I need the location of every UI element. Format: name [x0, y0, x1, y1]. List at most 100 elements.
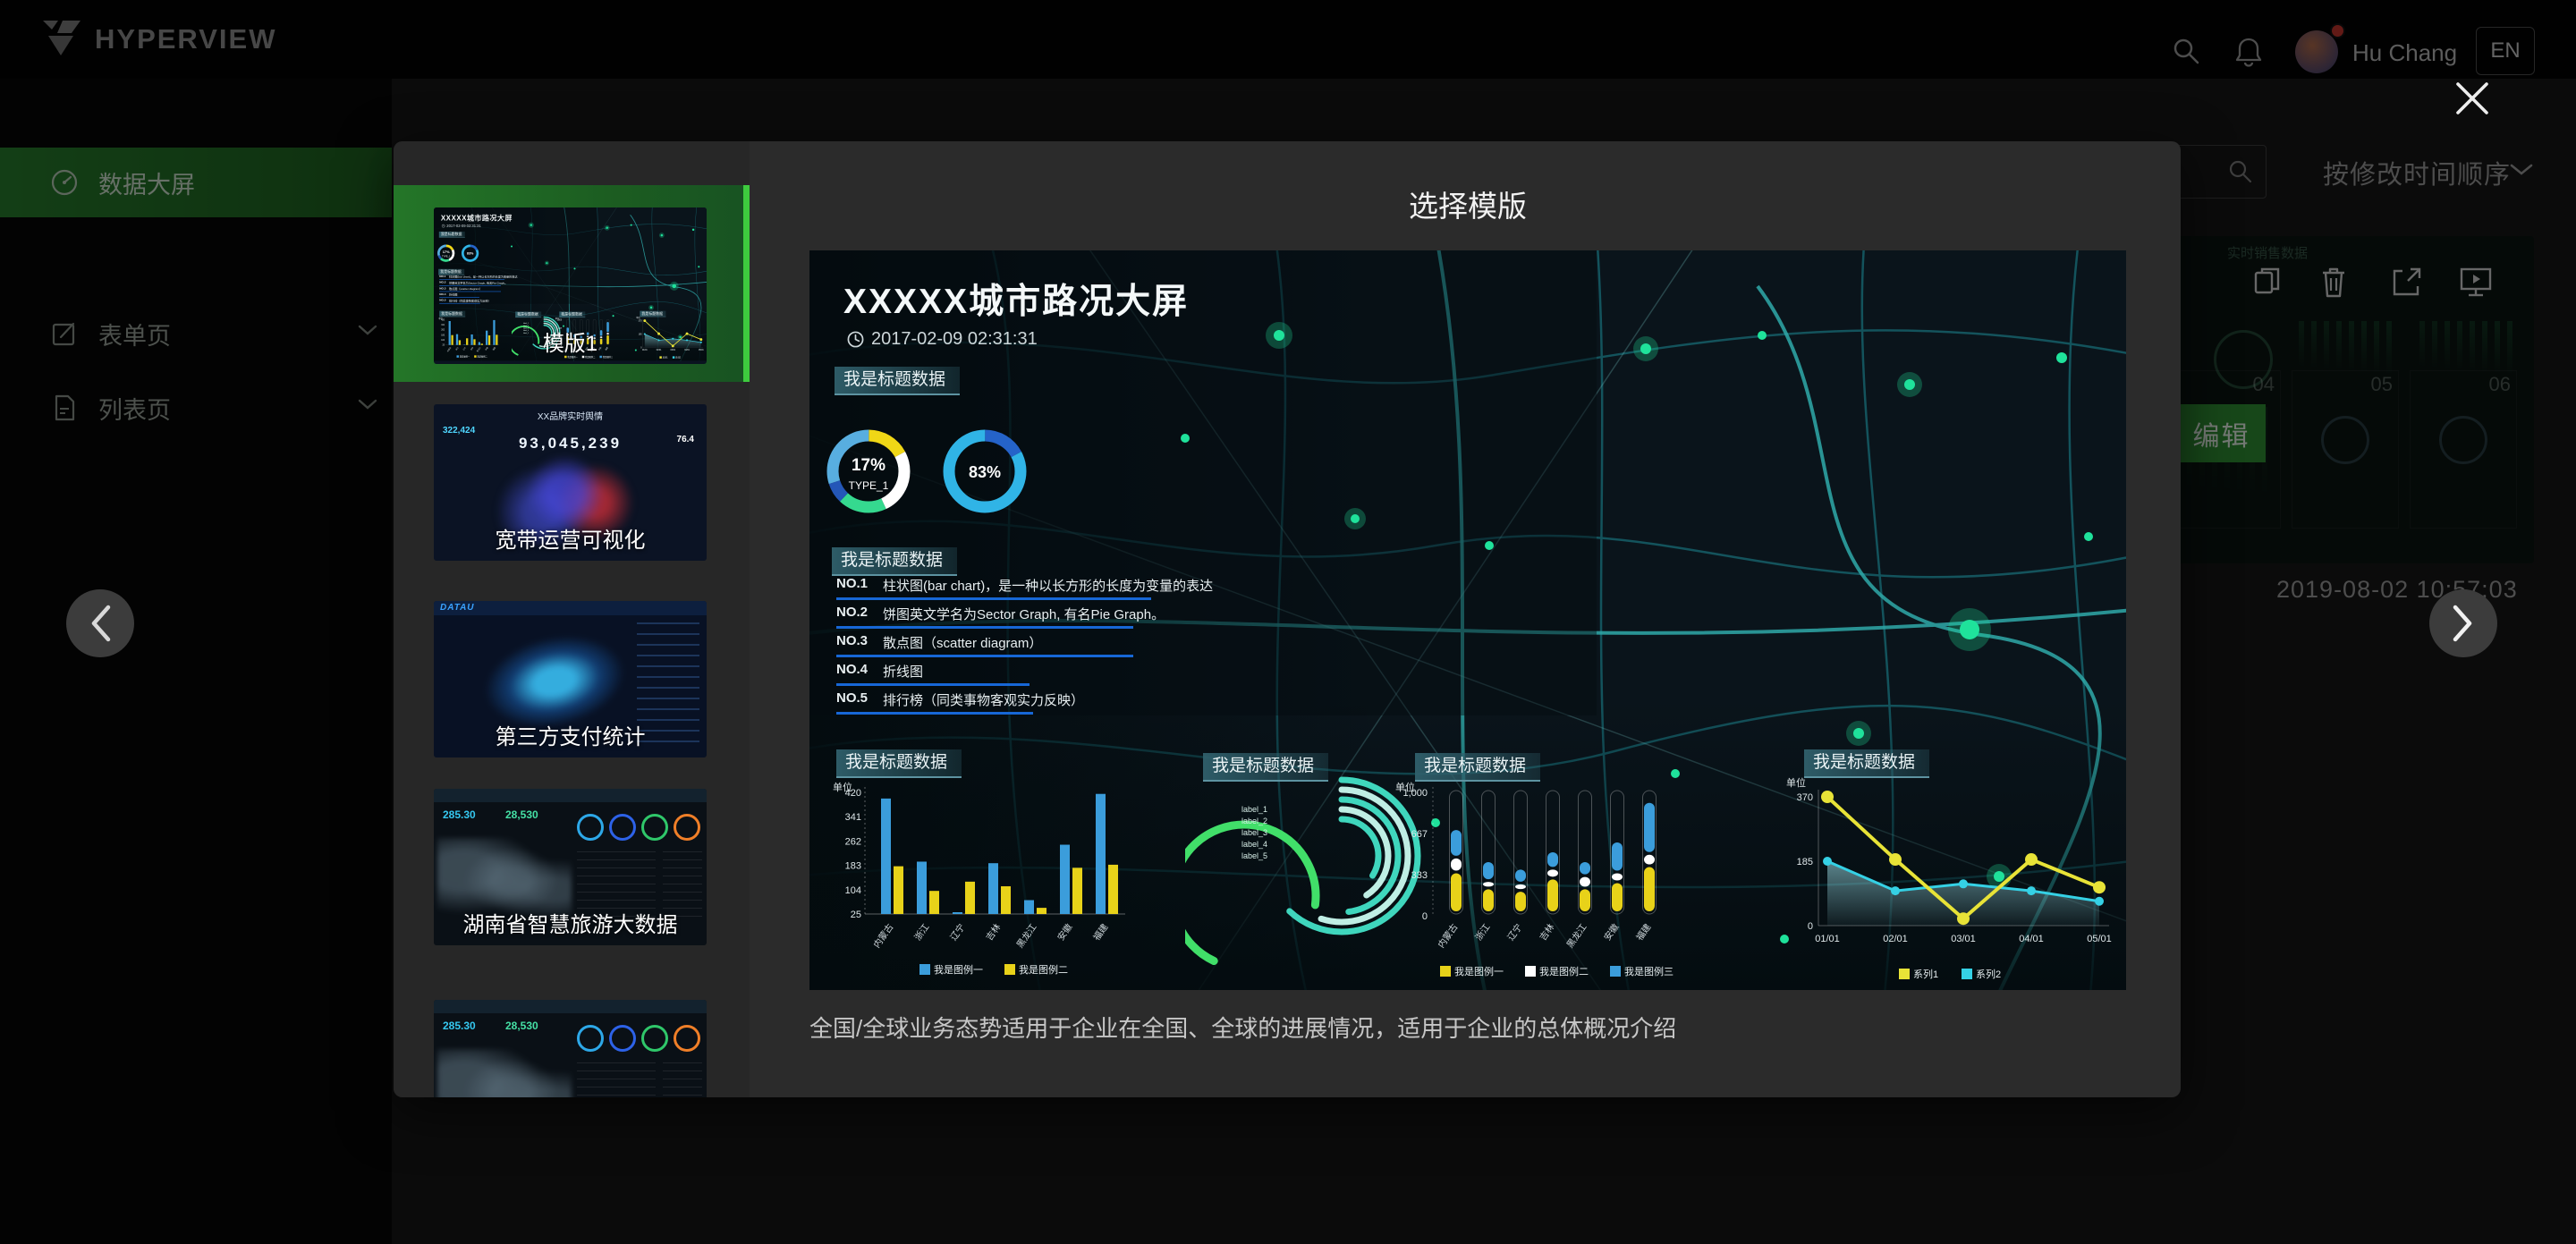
template-picker-modal: 选择模版: [394, 141, 2181, 1097]
template-thumbnail-5[interactable]: 285.30 28,530: [434, 1000, 707, 1097]
thumb-stat: 76.4: [677, 435, 694, 444]
svg-text:安徽: 安徽: [1601, 921, 1621, 943]
stacked-capsule-chart: 单位1,0006673330内蒙古浙江辽宁吉林黑龙江安徽福建我是图例一我是图例二…: [1386, 780, 1695, 986]
ring-chart: [577, 814, 604, 841]
svg-text:0: 0: [1808, 921, 1813, 932]
thumb-heading: XX品牌实时舆情: [434, 409, 707, 422]
carousel-next-button[interactable]: [2429, 589, 2497, 657]
svg-text:辽宁: 辽宁: [1504, 921, 1524, 943]
template-thumbnail-1[interactable]: XXXXX城市路况大屏 2017-02-09 02:31:31 我是标题数据 我…: [434, 207, 707, 364]
rank-text: 排行榜（同类事物客观实力反映）: [449, 299, 491, 302]
template-label: 第三方支付统计: [434, 719, 707, 750]
template-thumbnail-3[interactable]: DATAU 第三方支付统计: [434, 601, 707, 757]
grouped-bar-chart: 单位42034126218310425内蒙古浙江辽宁吉林黑龙江安徽福建我是图例一…: [826, 780, 1134, 986]
svg-text:内蒙古: 内蒙古: [1436, 921, 1461, 950]
donut-value: 17%: [436, 250, 455, 255]
section-header: 我是标题数据: [439, 232, 465, 238]
svg-text:黑龙江: 黑龙江: [1564, 921, 1589, 950]
template-preview-image: XXXXX城市路况大屏 2017-02-09 02:31:31 我是标题数据 我…: [809, 250, 2126, 990]
svg-text:label_4: label_4: [1241, 840, 1267, 849]
svg-text:label_1: label_1: [1241, 805, 1267, 814]
preview-dashboard-title: XXXXX城市路况大屏: [843, 274, 1189, 324]
svg-text:系列1: 系列1: [1913, 968, 1938, 980]
rank-no: NO.2: [836, 605, 868, 620]
rank-underline: [836, 712, 1033, 715]
svg-text:1,000: 1,000: [557, 319, 563, 321]
svg-text:341: 341: [845, 812, 861, 823]
clock-icon: [442, 224, 445, 228]
svg-text:03/01: 03/01: [1951, 934, 1976, 944]
rank-text: 散点图（scatter diagram）: [449, 287, 482, 291]
chevron-left-icon: [87, 604, 114, 643]
ring-chart: [641, 814, 668, 841]
chevron-right-icon: [2450, 604, 2477, 643]
template-thumbnail-4[interactable]: 285.30 28,530 湖南省智慧旅游大数据: [434, 789, 707, 945]
donut-label: TYPE_1: [436, 255, 455, 258]
svg-text:420: 420: [845, 788, 861, 799]
rank-no: NO.5: [836, 690, 868, 706]
clock-icon: [847, 331, 864, 348]
svg-text:单位: 单位: [1786, 776, 1806, 789]
rank-underline: [836, 683, 1030, 686]
line-chart: 单位370185001/0102/0103/0104/0105/01系列1系列2: [1774, 772, 2118, 988]
svg-text:黑龙江: 黑龙江: [1014, 921, 1039, 950]
svg-text:01/01: 01/01: [1815, 934, 1840, 944]
svg-text:我是图例三: 我是图例三: [1624, 965, 1674, 977]
svg-text:label_2: label_2: [1241, 817, 1267, 825]
svg-text:370: 370: [639, 320, 643, 322]
preview-timestamp-row: 2017-02-09 02:31:31: [847, 329, 1038, 350]
section-header: 我是标题数据: [832, 547, 957, 576]
template-label: 湖南省智慧旅游大数据: [434, 907, 707, 938]
preview-timestamp-row: 2017-02-09 02:31:31: [442, 224, 481, 228]
rank-text: 折线图: [449, 292, 457, 296]
svg-text:单位: 单位: [636, 316, 640, 319]
ring-chart: [674, 1025, 700, 1052]
thumb-brand: DATAU: [440, 603, 475, 613]
rank-text: 饼图英文学名为Sector Graph, 有名Pie Graph。: [449, 281, 507, 284]
svg-text:我是图例一: 我是图例一: [934, 963, 983, 976]
ring-chart: [609, 1025, 636, 1052]
app-root: HYPERVIEW Hu Chang EN 数据大屏: [0, 0, 2576, 1244]
svg-text:667: 667: [1411, 829, 1428, 840]
rank-underline: [439, 297, 479, 298]
svg-text:05/01: 05/01: [2087, 934, 2112, 944]
rank-no: NO.5: [439, 299, 445, 302]
svg-text:104: 104: [845, 885, 861, 896]
svg-text:333: 333: [1411, 870, 1428, 881]
svg-text:420: 420: [441, 319, 445, 321]
rank-no: NO.2: [439, 281, 445, 284]
svg-text:吉林: 吉林: [983, 921, 1003, 943]
table-graphic: [663, 1062, 702, 1097]
section-header: 我是标题数据: [439, 311, 465, 317]
thumb-header-bar: [434, 1000, 707, 1013]
rank-text: 柱状图(bar chart)，是一种以长方形的长度为变量的表达: [883, 576, 1213, 595]
rank-text: 散点图（scatter diagram）: [883, 633, 1042, 652]
rank-text: 饼图英文学名为Sector Graph, 有名Pie Graph。: [883, 605, 1165, 623]
svg-text:吉林: 吉林: [1537, 921, 1556, 943]
svg-text:183: 183: [845, 861, 861, 872]
svg-text:浙江: 浙江: [1473, 922, 1492, 943]
svg-text:我是图例一: 我是图例一: [1454, 965, 1504, 977]
thumb-header-bar: [434, 601, 707, 615]
section-header: 我是标题数据: [836, 749, 962, 778]
svg-text:浙江: 浙江: [912, 922, 931, 943]
preview-timestamp: 2017-02-09 02:31:31: [871, 329, 1038, 350]
rank-underline: [439, 285, 501, 286]
rank-underline: [836, 597, 1151, 600]
svg-text:我是图例二: 我是图例二: [1539, 965, 1589, 977]
rank-no: NO.1: [439, 275, 445, 278]
ring-chart: [577, 1025, 604, 1052]
svg-text:辽宁: 辽宁: [947, 921, 967, 943]
thumb-stat: 28,530: [505, 808, 538, 821]
template-thumbnail-2[interactable]: XX品牌实时舆情 322,424 93,045,239 76.4 宽带运营可视化: [434, 404, 707, 561]
rank-underline: [439, 303, 480, 304]
close-icon[interactable]: [2453, 79, 2492, 118]
svg-text:安徽: 安徽: [1055, 921, 1074, 943]
carousel-prev-button[interactable]: [66, 589, 134, 657]
donut-value: 83%: [461, 251, 479, 255]
modal-title: 选择模版: [809, 182, 2126, 225]
rank-text: 柱状图(bar chart)，是一种以长方形的长度为变量的表达: [449, 275, 517, 278]
svg-text:福建: 福建: [1633, 921, 1653, 943]
donut-value: 83%: [940, 463, 1030, 482]
svg-text:label_1: label_1: [523, 323, 529, 325]
